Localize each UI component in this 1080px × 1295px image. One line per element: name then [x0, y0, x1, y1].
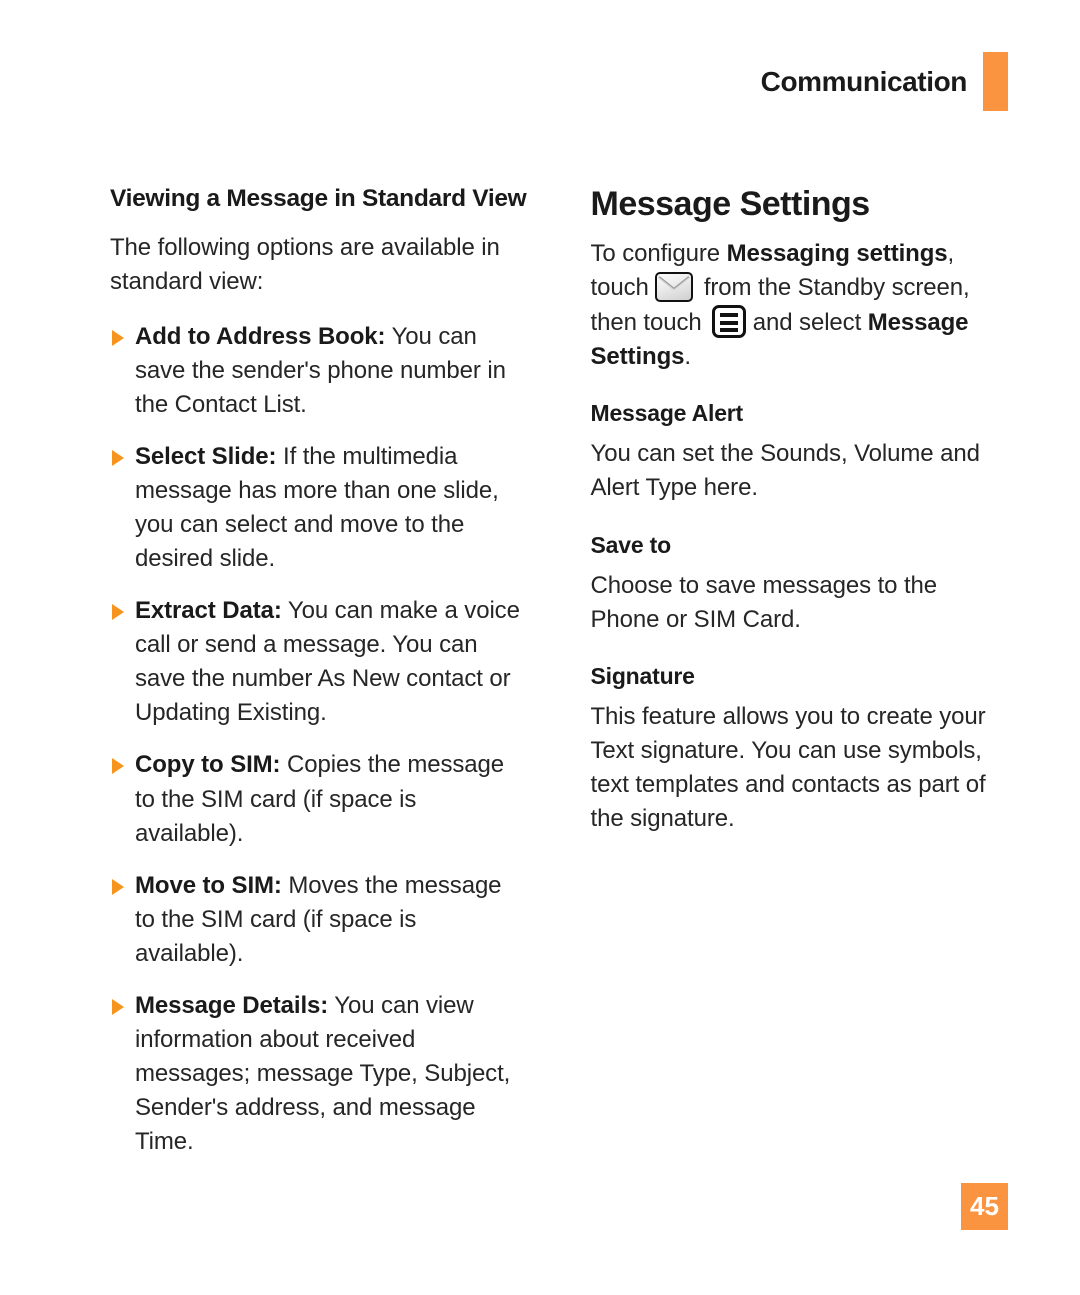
- section-heading-save-to: Save to: [590, 531, 672, 558]
- list-item-term: Extract Data:: [135, 597, 282, 625]
- section-heading-message-alert: Message Alert: [590, 400, 744, 427]
- menu-bar-2: [720, 320, 739, 325]
- list-item: Select Slide: If the multimedia message …: [110, 440, 528, 576]
- section-body-message-alert: You can set the Sounds, Volume and Alert…: [590, 440, 980, 502]
- section-body-save-to: Choose to save messages to the Phone or …: [590, 571, 938, 633]
- intro-part-1: To configure: [590, 240, 727, 268]
- triangle-bullet-icon: [112, 449, 124, 466]
- menu-icon: [712, 305, 747, 339]
- list-item-term: Add to Address Book:: [135, 322, 386, 350]
- section-heading-signature: Signature: [590, 662, 695, 689]
- right-column-heading: Message Settings: [590, 185, 871, 223]
- section-body-signature: This feature allows you to create your T…: [590, 702, 986, 832]
- list-item: Move to SIM: Moves the message to the SI…: [110, 869, 528, 971]
- menu-bar-1: [720, 313, 739, 318]
- triangle-bullet-icon: [112, 998, 124, 1015]
- left-column-heading: Viewing a Message in Standard View: [110, 185, 527, 212]
- list-item-term: Message Details:: [135, 991, 329, 1019]
- page-title: Communication: [760, 65, 968, 97]
- list-item-term: Select Slide:: [135, 442, 277, 470]
- options-list: Add to Address Book: You can save the se…: [110, 320, 528, 1160]
- list-item: Message Details: You can view informatio…: [110, 989, 528, 1159]
- list-item-term: Move to SIM:: [135, 871, 282, 899]
- list-item: Extract Data: You can make a voice call …: [110, 594, 528, 730]
- intro-part-4: and select: [746, 309, 868, 337]
- list-item: Copy to SIM: Copies the message to the S…: [110, 748, 528, 850]
- page-number-badge: 45: [961, 1183, 1008, 1230]
- triangle-bullet-icon: [112, 758, 124, 775]
- triangle-bullet-icon: [112, 878, 124, 895]
- triangle-bullet-icon: [112, 604, 124, 621]
- menu-bar-3: [720, 328, 739, 333]
- message-settings-intro: To configure Messaging settings, touch f…: [591, 237, 1009, 374]
- left-column-intro: The following options are available in s…: [110, 234, 500, 296]
- list-item: Add to Address Book: You can save the se…: [110, 320, 528, 422]
- header-orange-tab: [983, 52, 1008, 111]
- manual-page: { "header": { "title": "Communication", …: [0, 0, 1080, 1295]
- triangle-bullet-icon: [112, 329, 124, 346]
- page-header: Communication: [761, 52, 1008, 111]
- page-content: Viewing a Message in Standard View The f…: [110, 185, 1008, 1177]
- intro-bold-messaging-settings: Messaging settings: [726, 240, 948, 268]
- list-item-term: Copy to SIM:: [135, 751, 281, 779]
- left-column: Viewing a Message in Standard View The f…: [110, 185, 528, 1177]
- intro-part-5: .: [684, 343, 691, 371]
- envelope-icon: [655, 272, 694, 303]
- right-column: Message Settings To configure Messaging …: [591, 185, 1009, 1177]
